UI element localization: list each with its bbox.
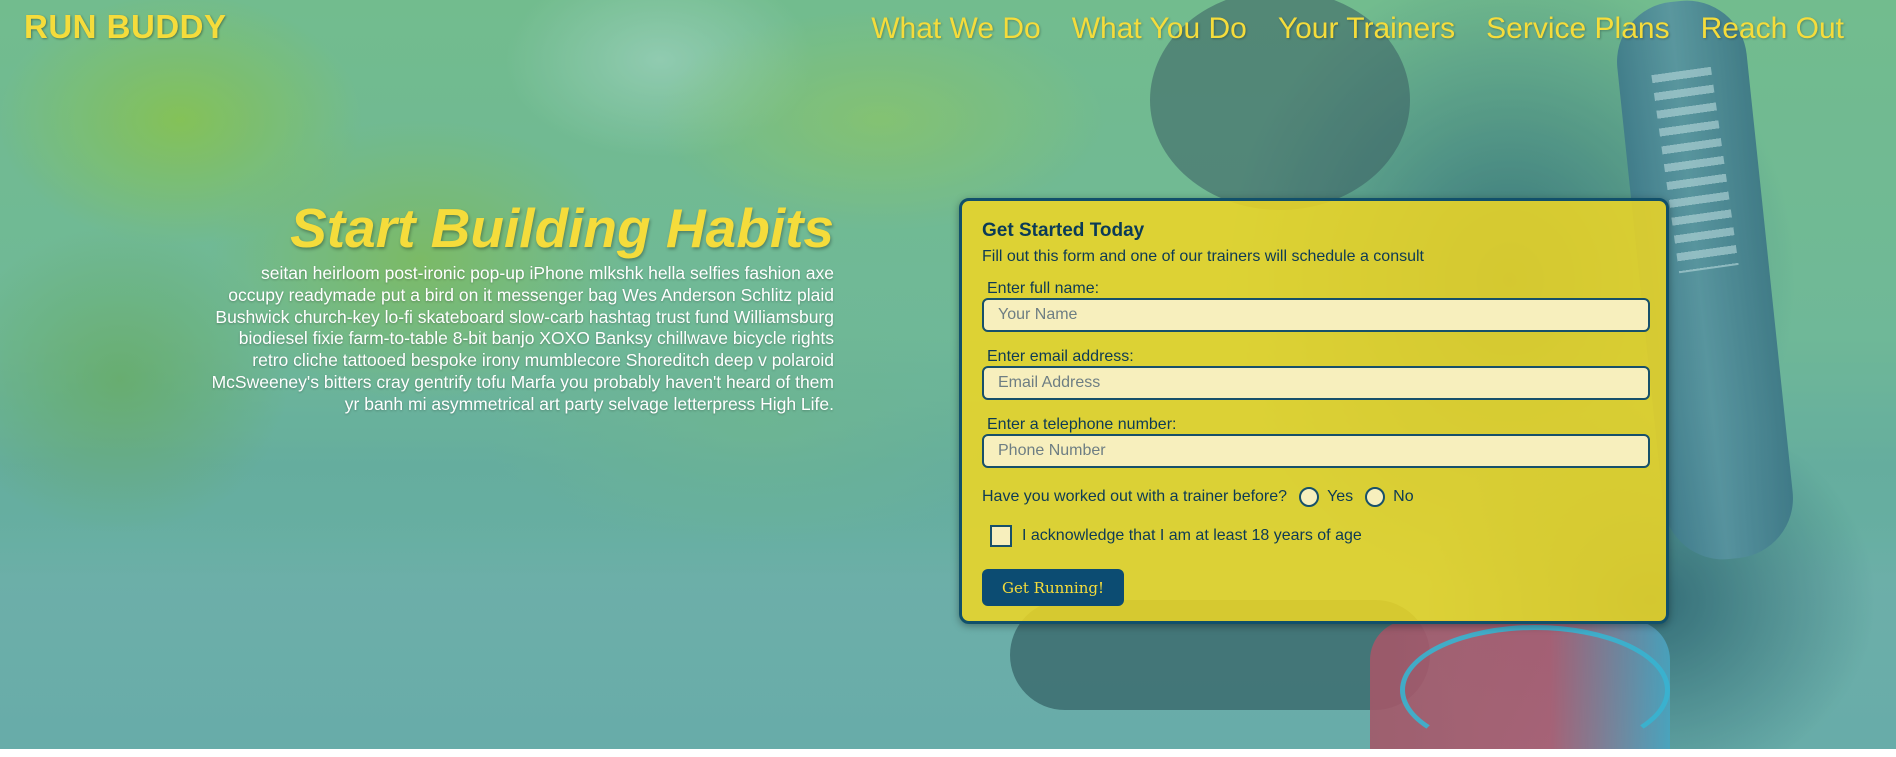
page-bottom-edge <box>0 749 1896 757</box>
age-acknowledge-label: I acknowledge that I am at least 18 year… <box>1022 527 1362 544</box>
intro-section: Start Building Habits seitan heirloom po… <box>210 195 834 416</box>
intro-heading: Start Building Habits <box>290 197 834 259</box>
radio-yes[interactable] <box>1299 487 1320 507</box>
submit-button[interactable]: Get Running! <box>982 569 1125 606</box>
phone-field[interactable] <box>982 434 1650 468</box>
nav-what-we-do[interactable]: What We Do <box>871 12 1041 46</box>
site-header: RUN BUDDY What We Do What You Do Your Tr… <box>0 0 1896 60</box>
trainer-question-label: Have you worked out with a trainer befor… <box>982 488 1288 505</box>
email-field[interactable] <box>982 366 1650 400</box>
radio-no-label: No <box>1393 488 1414 505</box>
name-label: Enter full name: <box>987 280 1100 297</box>
email-label: Enter email address: <box>987 348 1134 365</box>
nav-reach-out[interactable]: Reach Out <box>1701 12 1844 46</box>
radio-no[interactable] <box>1365 487 1386 507</box>
main-nav: What We Do What You Do Your Trainers Ser… <box>871 12 1844 46</box>
nav-what-you-do[interactable]: What You Do <box>1072 12 1247 46</box>
intro-body: seitan heirloom post-ironic pop-up iPhon… <box>211 263 834 414</box>
nav-your-trainers[interactable]: Your Trainers <box>1278 12 1455 46</box>
name-field[interactable] <box>982 298 1650 332</box>
nav-service-plans[interactable]: Service Plans <box>1486 12 1669 46</box>
radio-yes-label: Yes <box>1327 488 1354 505</box>
brand-logo[interactable]: RUN BUDDY <box>24 8 227 46</box>
age-checkbox[interactable] <box>990 525 1012 547</box>
signup-form: Get Started Today Fill out this form and… <box>959 198 1669 624</box>
trainer-question-row: Have you worked out with a trainer befor… <box>982 487 1414 507</box>
hero-section: RUN BUDDY What We Do What You Do Your Tr… <box>0 0 1896 749</box>
form-lead: Fill out this form and one of our traine… <box>982 248 1424 265</box>
form-title: Get Started Today <box>982 220 1145 241</box>
age-acknowledge-row: I acknowledge that I am at least 18 year… <box>990 525 1362 547</box>
phone-label: Enter a telephone number: <box>987 416 1177 433</box>
